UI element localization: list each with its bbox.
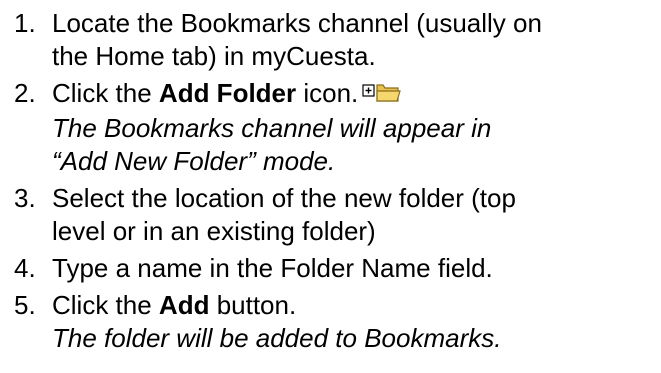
step-text: Click the Add button.	[52, 289, 661, 322]
step-number: 5.	[14, 290, 36, 320]
step-text-pre: Click the	[52, 78, 159, 108]
step-text-pre: Click the	[52, 290, 159, 320]
step-note: “Add New Folder” mode.	[52, 146, 336, 176]
step-1: 1. Locate the Bookmarks channel (usually…	[0, 7, 661, 73]
step-3: 3. Select the location of the new folder…	[0, 182, 661, 248]
step-text: Locate the Bookmarks channel (usually on	[52, 8, 542, 38]
step-number: 3.	[14, 183, 36, 213]
step-note: The folder will be added to Bookmarks.	[52, 323, 502, 353]
instruction-list: 1. Locate the Bookmarks channel (usually…	[0, 0, 661, 355]
step-5: 5. Click the Add button. The folder will…	[0, 289, 661, 355]
step-number: 2.	[14, 78, 36, 108]
step-number: 4.	[14, 253, 36, 283]
step-number: 1.	[14, 8, 36, 38]
step-text: Select the location of the new folder (t…	[52, 183, 516, 213]
step-text: Type a name in the Folder Name field.	[52, 253, 493, 283]
add-folder-icon	[362, 79, 402, 112]
add-folder-label: Add Folder	[158, 78, 297, 108]
step-text-post: icon.	[296, 78, 359, 108]
step-2: 2. Click the Add Folder icon. The Bookma…	[0, 77, 661, 178]
step-text: the Home tab) in myCuesta.	[52, 41, 376, 71]
step-text-post: button.	[209, 290, 297, 320]
add-label: Add	[158, 290, 210, 320]
step-4: 4. Type a name in the Folder Name field.	[0, 252, 661, 285]
step-text: Click the Add Folder icon.	[52, 77, 661, 112]
step-note: The Bookmarks channel will appear in	[52, 113, 492, 143]
step-text: level or in an existing folder)	[52, 216, 376, 246]
